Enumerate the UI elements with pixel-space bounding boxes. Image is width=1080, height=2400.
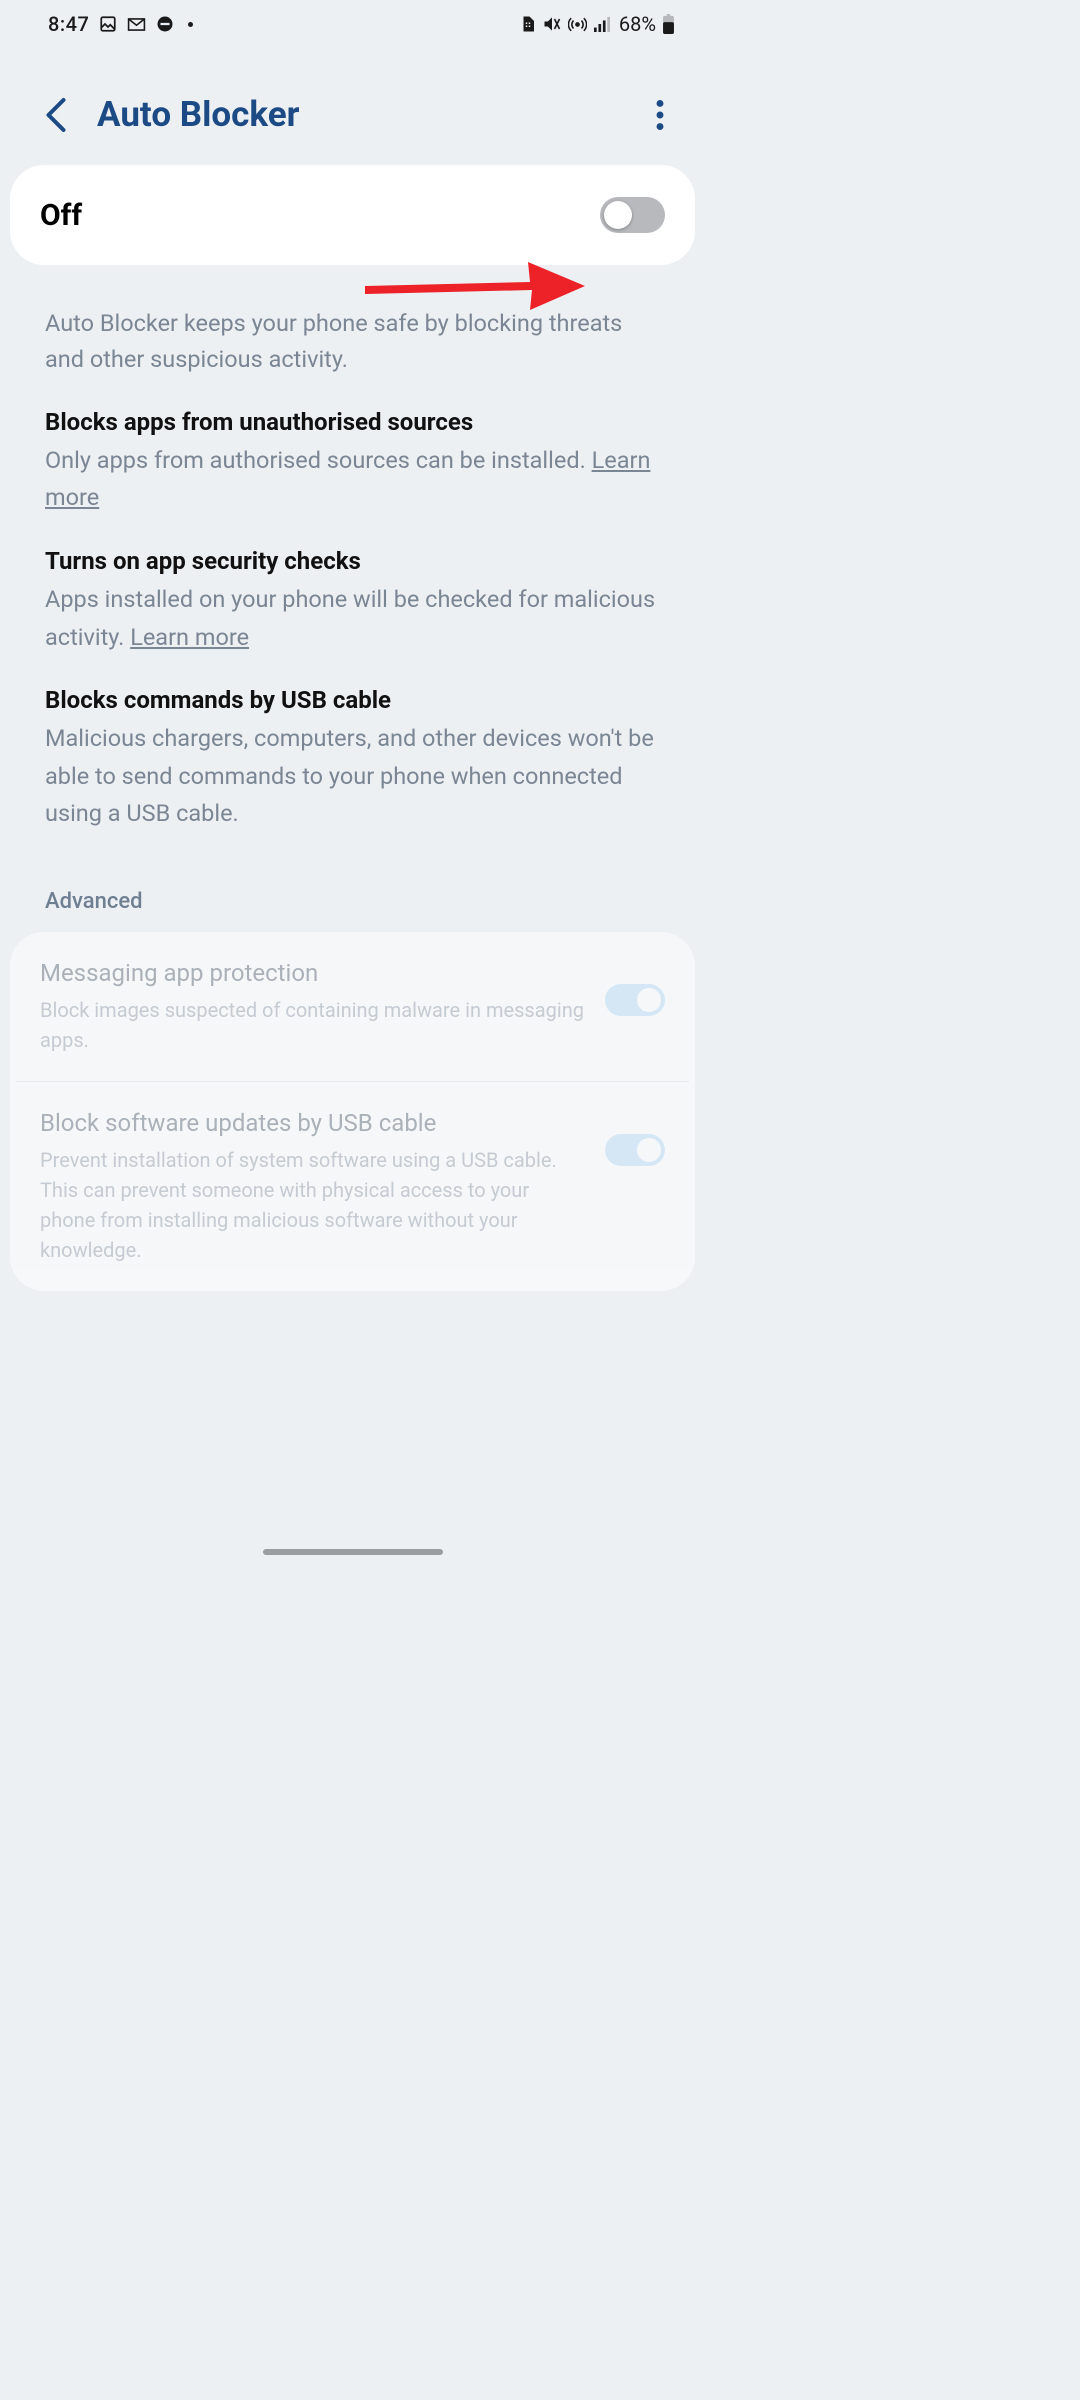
- battery-icon: [662, 14, 675, 34]
- main-toggle-card[interactable]: Off: [10, 165, 695, 265]
- feature-title: Blocks apps from unauthorised sources: [45, 408, 660, 436]
- advanced-item-usb-update[interactable]: Block software updates by USB cable Prev…: [10, 1082, 695, 1291]
- feature-desc: Only apps from authorised sources can be…: [45, 442, 660, 517]
- feature-desc: Malicious chargers, computers, and other…: [45, 720, 660, 833]
- image-icon: [99, 15, 117, 33]
- advanced-card: Messaging app protection Block images su…: [10, 932, 695, 1291]
- advanced-item-desc: Block images suspected of containing mal…: [40, 995, 589, 1055]
- sim-icon: [520, 15, 536, 33]
- switch-knob: [637, 988, 661, 1012]
- main-toggle-label: Off: [40, 198, 82, 233]
- page-header: Auto Blocker: [0, 44, 705, 165]
- status-left: 8:47: [48, 12, 193, 36]
- status-bar: 8:47 68%: [0, 0, 705, 44]
- advanced-toggle-messaging[interactable]: [605, 984, 665, 1016]
- advanced-item-text: Block software updates by USB cable Prev…: [40, 1108, 605, 1265]
- advanced-toggle-usb-update[interactable]: [605, 1134, 665, 1166]
- switch-knob: [604, 201, 632, 229]
- nav-handle[interactable]: [263, 1549, 443, 1555]
- back-button[interactable]: [45, 97, 67, 133]
- battery-percent: 68%: [619, 12, 656, 36]
- advanced-item-title: Messaging app protection: [40, 958, 589, 989]
- feature-title: Blocks commands by USB cable: [45, 686, 660, 714]
- mute-icon: [542, 15, 562, 33]
- status-clock: 8:47: [48, 12, 89, 36]
- intro-text: Auto Blocker keeps your phone safe by bl…: [0, 265, 705, 378]
- chevron-left-icon: [45, 97, 67, 133]
- feature-desc: Apps installed on your phone will be che…: [45, 581, 660, 656]
- feature-desc-text: Only apps from authorised sources can be…: [45, 446, 592, 474]
- advanced-section-label: Advanced: [0, 833, 705, 932]
- status-right: 68%: [520, 12, 675, 36]
- more-button[interactable]: [645, 100, 675, 130]
- dot-icon: [188, 22, 193, 27]
- feature-block-security-checks: Turns on app security checks Apps instal…: [0, 517, 705, 656]
- advanced-item-messaging[interactable]: Messaging app protection Block images su…: [16, 932, 689, 1082]
- learn-more-link[interactable]: Learn more: [130, 623, 249, 651]
- more-vertical-icon: [656, 100, 664, 130]
- page-title: Auto Blocker: [97, 94, 645, 135]
- gmail-icon: [127, 17, 146, 32]
- switch-knob: [637, 1138, 661, 1162]
- hotspot-icon: [568, 15, 587, 34]
- signal-icon: [593, 16, 611, 32]
- feature-title: Turns on app security checks: [45, 547, 660, 575]
- dnd-icon: [156, 15, 174, 33]
- feature-block-usb-commands: Blocks commands by USB cable Malicious c…: [0, 656, 705, 833]
- advanced-item-desc: Prevent installation of system software …: [40, 1145, 589, 1265]
- advanced-item-title: Block software updates by USB cable: [40, 1108, 589, 1139]
- feature-block-unauthorised: Blocks apps from unauthorised sources On…: [0, 378, 705, 517]
- advanced-item-text: Messaging app protection Block images su…: [40, 958, 605, 1055]
- main-toggle-switch[interactable]: [600, 197, 665, 233]
